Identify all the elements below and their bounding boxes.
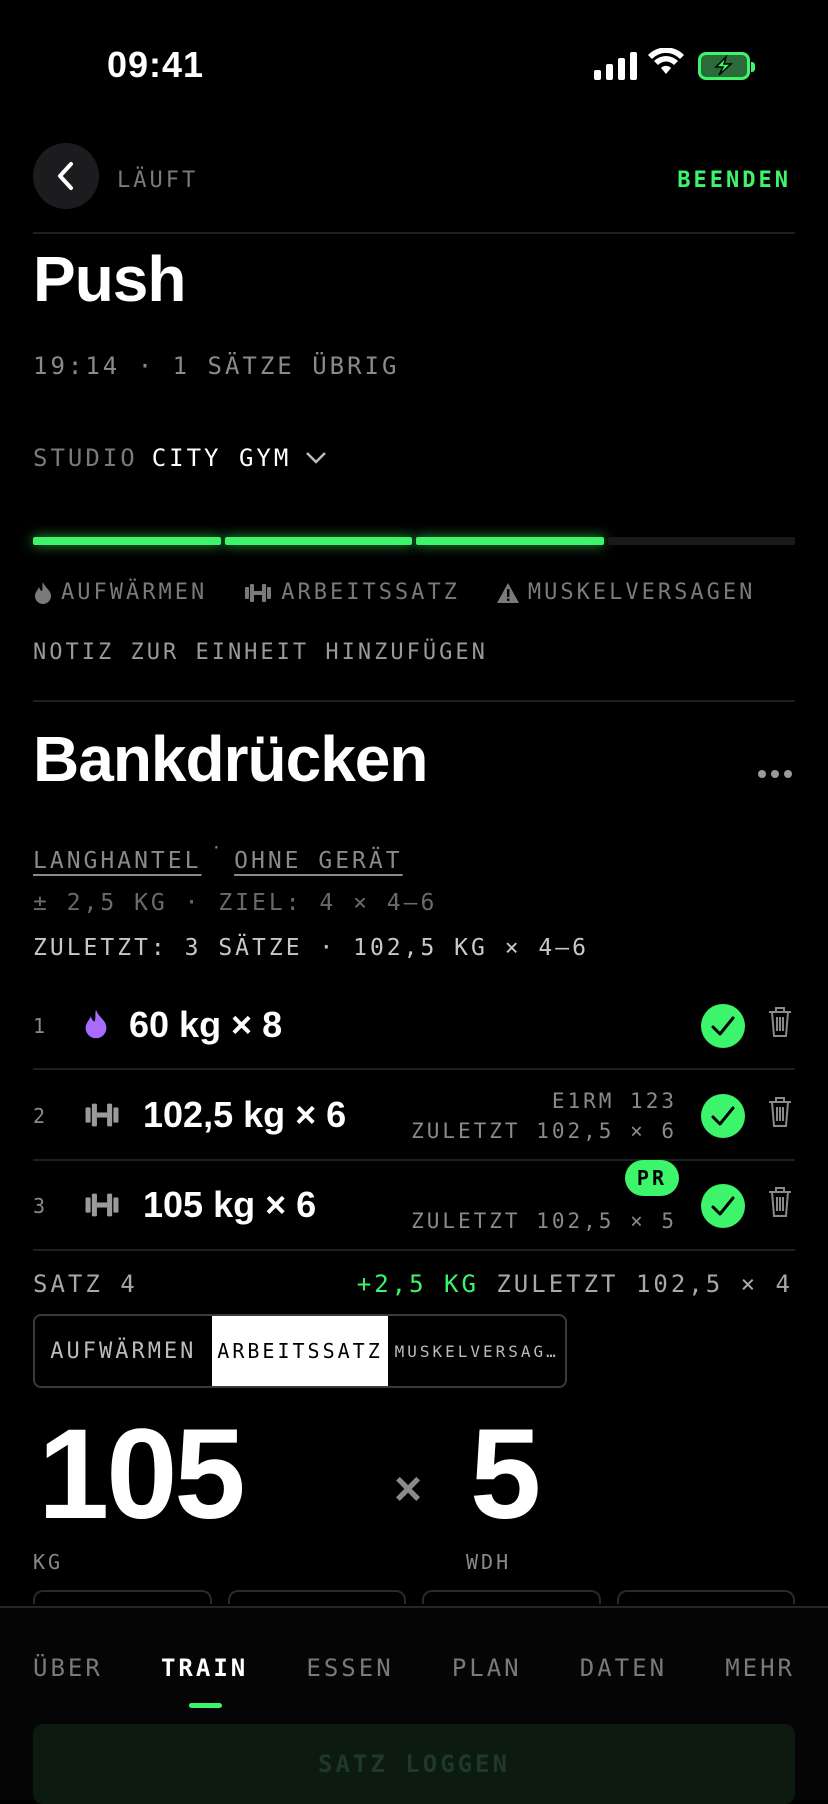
progress-segment bbox=[224, 537, 412, 545]
flame-icon bbox=[85, 1009, 107, 1039]
legend-working: ARBEITSSATZ bbox=[243, 580, 460, 605]
set-complete-button[interactable] bbox=[701, 1094, 745, 1138]
set-complete-button[interactable] bbox=[701, 1184, 745, 1228]
row-divider bbox=[33, 1249, 795, 1251]
checkmark-icon bbox=[711, 1016, 735, 1036]
more-dot-icon bbox=[784, 770, 792, 778]
header-divider bbox=[33, 232, 795, 234]
gym-value: CITY GYM bbox=[151, 444, 292, 472]
more-options-button[interactable] bbox=[758, 770, 792, 778]
more-dot-icon bbox=[758, 770, 766, 778]
warning-icon bbox=[496, 582, 519, 603]
dumbbell-icon bbox=[85, 1103, 119, 1127]
set-progress-bar bbox=[33, 537, 795, 545]
progress-segment bbox=[607, 537, 795, 545]
set-number: 1 bbox=[33, 1014, 49, 1038]
status-time: 09:41 bbox=[107, 44, 205, 85]
tab-essen[interactable]: ESSEN bbox=[306, 1654, 393, 1682]
set-value: 102,5 kg × 6 bbox=[143, 1094, 347, 1135]
pr-badge: PR bbox=[624, 1160, 679, 1196]
reps-unit: WDH bbox=[466, 1550, 512, 1574]
current-set-last: ZULETZT 102,5 × 4 bbox=[496, 1270, 793, 1298]
set-last: ZULETZT 102,5 × 5 bbox=[411, 1209, 677, 1233]
stepper-button[interactable] bbox=[422, 1590, 601, 1604]
tab-mehr[interactable]: MEHR bbox=[725, 1654, 795, 1682]
battery-icon bbox=[698, 52, 755, 80]
weight-input[interactable]: 105 bbox=[38, 1410, 246, 1540]
tab-train[interactable]: TRAIN bbox=[161, 1654, 248, 1708]
workout-subtitle: 19:14 · 1 SÄTZE ÜBRIG bbox=[33, 352, 400, 380]
signal-icon bbox=[594, 50, 637, 80]
set-meta: ZULETZT 102,5 × 5 bbox=[411, 1206, 677, 1236]
set-type-legend: AUFWÄRMEN ARBEITSSATZ MUSKELVERSAGEN bbox=[33, 580, 791, 605]
set-last: ZULETZT 102,5 × 6 bbox=[411, 1119, 677, 1143]
progress-segment bbox=[33, 537, 221, 545]
weight-unit: KG bbox=[33, 1550, 64, 1574]
wifi-icon bbox=[648, 48, 684, 74]
equipment-row: LANGHANTEL · OHNE GERÄT bbox=[33, 838, 403, 874]
flame-icon bbox=[35, 581, 51, 604]
weight-delta: +2,5 KG bbox=[356, 1270, 479, 1298]
current-set-hint: +2,5 KG ZULETZT 102,5 × 4 bbox=[357, 1270, 793, 1298]
checkmark-icon bbox=[711, 1106, 735, 1126]
dumbbell-icon bbox=[245, 583, 272, 602]
set-row[interactable]: 1 60 kg × 8 bbox=[33, 982, 795, 1070]
gym-label: STUDIO bbox=[33, 444, 138, 472]
set-number: 2 bbox=[33, 1104, 49, 1128]
legend-failure: MUSKELVERSAGEN bbox=[496, 580, 755, 605]
progress-segment bbox=[416, 537, 604, 545]
trash-icon[interactable] bbox=[767, 1006, 793, 1038]
tab-plan[interactable]: PLAN bbox=[452, 1654, 522, 1682]
tab-daten[interactable]: DATEN bbox=[580, 1654, 667, 1682]
chevron-left-icon bbox=[58, 162, 73, 190]
stepper-button[interactable] bbox=[616, 1590, 795, 1604]
set-meta: E1RM 123 ZULETZT 102,5 × 6 bbox=[411, 1086, 677, 1146]
set-value: 60 kg × 8 bbox=[129, 1004, 283, 1045]
equipment-separator: · bbox=[211, 838, 225, 857]
set-number: 3 bbox=[33, 1194, 49, 1218]
equipment-link-barbell[interactable]: LANGHANTEL bbox=[33, 848, 201, 874]
set-value: 105 kg × 6 bbox=[143, 1184, 317, 1225]
set-type-failure[interactable]: MUSKELVERSAG… bbox=[388, 1316, 565, 1386]
back-button[interactable] bbox=[33, 143, 99, 209]
exercise-title: Bankdrücken bbox=[33, 723, 428, 795]
set-type-working[interactable]: ARBEITSSATZ bbox=[211, 1316, 389, 1386]
reps-input[interactable]: 5 bbox=[470, 1410, 541, 1540]
set-row[interactable]: 2 102,5 kg × 6 E1RM 123 ZULETZT 102,5 × … bbox=[33, 1072, 795, 1160]
legend-warmup: AUFWÄRMEN bbox=[33, 580, 207, 605]
stepper-buttons bbox=[33, 1590, 795, 1604]
workout-status: LÄUFT bbox=[117, 168, 199, 193]
times-symbol: × bbox=[394, 1463, 423, 1516]
row-divider bbox=[33, 1159, 795, 1161]
gym-selector[interactable]: STUDIO CITY GYM bbox=[33, 444, 327, 472]
equipment-link-no-machine[interactable]: OHNE GERÄT bbox=[234, 848, 402, 874]
trash-icon[interactable] bbox=[767, 1186, 793, 1218]
log-set-button[interactable]: SATZ LOGGEN bbox=[33, 1724, 795, 1804]
set-e1rm: E1RM 123 bbox=[551, 1089, 677, 1113]
workout-title: Push bbox=[33, 243, 186, 315]
exercise-last: ZULETZT: 3 SÄTZE · 102,5 KG × 4–6 bbox=[33, 935, 589, 961]
add-note-button[interactable]: NOTIZ ZUR EINHEIT HINZUFÜGEN bbox=[33, 640, 488, 665]
stepper-button[interactable] bbox=[227, 1590, 406, 1604]
more-dot-icon bbox=[771, 770, 779, 778]
chevron-down-icon bbox=[306, 452, 327, 464]
exercise-goal: ± 2,5 KG · ZIEL: 4 × 4–6 bbox=[33, 890, 438, 916]
set-row[interactable]: 3 105 kg × 6 PR ZULETZT 102,5 × 5 bbox=[33, 1160, 795, 1250]
set-type-warmup[interactable]: AUFWÄRMEN bbox=[35, 1316, 212, 1386]
current-set-label: SATZ 4 bbox=[33, 1270, 138, 1298]
section-divider bbox=[33, 700, 795, 702]
stepper-button[interactable] bbox=[33, 1590, 212, 1604]
set-type-selector[interactable]: AUFWÄRMEN ARBEITSSATZ MUSKELVERSAG… bbox=[33, 1314, 567, 1388]
set-complete-button[interactable] bbox=[701, 1004, 745, 1048]
tab-ueber[interactable]: ÜBER bbox=[33, 1654, 103, 1682]
dumbbell-icon bbox=[85, 1193, 119, 1217]
row-divider bbox=[33, 1068, 795, 1070]
tab-bar: ÜBER TRAIN ESSEN PLAN DATEN MEHR SATZ LO… bbox=[0, 1606, 828, 1804]
checkmark-icon bbox=[711, 1196, 735, 1216]
finish-button[interactable]: BEENDEN bbox=[677, 168, 791, 193]
trash-icon[interactable] bbox=[767, 1096, 793, 1128]
